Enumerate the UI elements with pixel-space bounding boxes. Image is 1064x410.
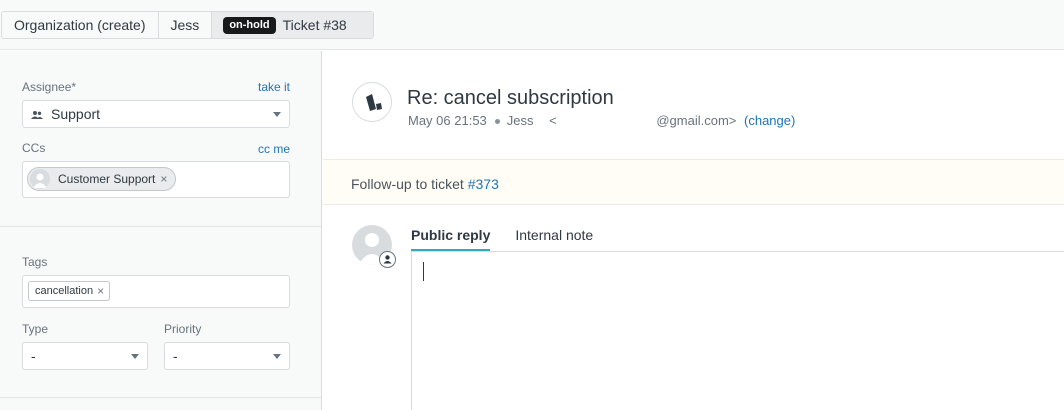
status-badge: on-hold	[223, 16, 276, 34]
tab-internal-note[interactable]: Internal note	[515, 225, 593, 252]
close-icon[interactable]: ×	[160, 172, 167, 186]
ccs-field[interactable]: Customer Support ×	[22, 161, 290, 198]
type-select[interactable]: -	[22, 342, 148, 370]
chevron-down-icon	[273, 112, 281, 117]
divider	[0, 397, 321, 398]
chevron-down-icon	[131, 354, 139, 359]
tab-label: Organization (create)	[14, 17, 146, 33]
followup-banner: Follow-up to ticket #373	[323, 159, 1064, 205]
requester-name[interactable]: Jess	[507, 113, 534, 128]
priority-value: -	[173, 348, 178, 364]
take-it-link[interactable]: take it	[258, 80, 290, 94]
people-icon	[31, 111, 43, 120]
followup-ticket-link[interactable]: #373	[468, 176, 499, 192]
ticket-date: May 06 21:53	[408, 113, 487, 128]
assignee-select[interactable]: Support	[22, 100, 290, 128]
ccs-label: CCs	[22, 141, 46, 155]
text-cursor	[423, 262, 424, 281]
separator-dot	[494, 119, 500, 125]
agent-badge-icon	[379, 251, 396, 268]
followup-text-wrap: Follow-up to ticket #373	[351, 176, 499, 192]
priority-select[interactable]: -	[164, 342, 290, 370]
brand-logo	[352, 82, 392, 122]
tab-organization[interactable]: Organization (create)	[2, 12, 159, 38]
chevron-down-icon	[273, 354, 281, 359]
divider	[0, 226, 321, 227]
change-requester-link[interactable]: (change)	[744, 113, 795, 128]
tag-pill: cancellation ×	[28, 281, 111, 301]
cc-pill-label: Customer Support	[58, 172, 156, 186]
ticket-subject: Re: cancel subscription	[407, 87, 614, 109]
tag-pill-label: cancellation	[35, 285, 94, 297]
tab-strip: Organization (create) Jess on-hold Ticke…	[1, 11, 374, 39]
priority-label: Priority	[164, 322, 202, 336]
tags-field[interactable]: cancellation ×	[22, 275, 290, 308]
ticket-properties-sidebar: Assignee* take it Support CCs cc me Cust…	[0, 51, 322, 410]
tab-label: Jess	[170, 17, 200, 33]
type-label: Type	[22, 322, 49, 336]
email-prefix: <	[549, 113, 557, 128]
top-tab-bar: Organization (create) Jess on-hold Ticke…	[0, 0, 1064, 50]
tags-label: Tags	[22, 255, 48, 269]
followup-text: Follow-up to ticket	[351, 176, 464, 192]
ticket-conversation: Re: cancel subscription May 06 21:53 Jess…	[323, 51, 1064, 410]
zendesk-logo-icon	[366, 94, 382, 111]
reply-editor[interactable]	[411, 251, 1064, 410]
type-value: -	[31, 348, 36, 364]
cc-pill: Customer Support ×	[27, 167, 177, 191]
ticket-meta: May 06 21:53 Jess < @gmail.com> (change)	[408, 113, 795, 128]
avatar-icon	[30, 169, 50, 189]
assignee-label: Assignee*	[22, 80, 77, 94]
cc-me-link[interactable]: cc me	[258, 142, 290, 156]
tab-label: Ticket #38	[282, 17, 347, 33]
assignee-value-wrap: Support	[31, 101, 100, 127]
assignee-value: Support	[51, 106, 101, 122]
reply-tabs: Public reply Internal note	[411, 225, 618, 252]
email-suffix: @gmail.com>	[656, 113, 737, 128]
tab-user[interactable]: Jess	[158, 12, 213, 38]
tab-ticket[interactable]: on-hold Ticket #38	[212, 12, 373, 38]
tab-public-reply[interactable]: Public reply	[411, 225, 491, 252]
close-icon[interactable]: ×	[97, 284, 104, 298]
